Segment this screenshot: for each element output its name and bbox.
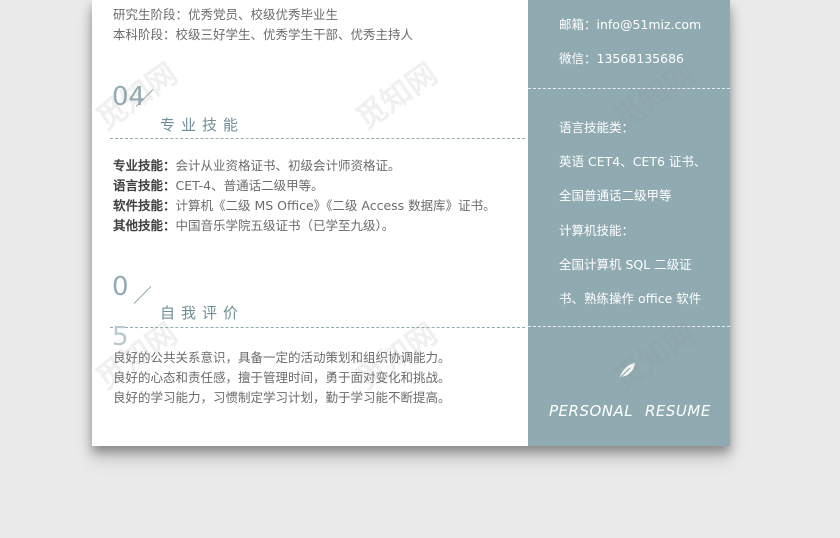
self-eval-line: 良好的公共关系意识，具备一定的活动策划和组织协调能力。 xyxy=(113,350,451,365)
sidebar-skill-line: 全国计算机 SQL 二级证 xyxy=(559,257,692,272)
skill-label: 其他技能： xyxy=(113,218,176,233)
section-title: 自我评价 xyxy=(160,304,245,322)
section-number: 0 xyxy=(112,272,129,302)
section-number: 04 xyxy=(112,82,146,112)
skill-label: 专业技能： xyxy=(113,158,176,173)
sidebar-skill-line: 英语 CET4、CET6 证书、 xyxy=(559,154,707,169)
skill-row: 语言技能：CET-4、普通话二级甲等。 xyxy=(113,175,324,194)
self-eval-line: 良好的学习能力，习惯制定学习计划，勤于学习能不断提高。 xyxy=(113,390,451,405)
section-divider xyxy=(110,327,525,328)
self-eval-line: 良好的心态和责任感，擅于管理时间，勇于面对变化和挑战。 xyxy=(113,370,451,385)
sidebar-skill-line: 书、熟练操作 office 软件 xyxy=(559,291,702,306)
education-line: 研究生阶段：优秀党员、校级优秀毕业生 xyxy=(113,7,339,22)
contact-wechat: 微信：13568135686 xyxy=(559,51,684,66)
skill-value: 中国音乐学院五级证书（已学至九级）。 xyxy=(175,218,395,233)
skill-value: 计算机《二级 MS Office》《二级 Access 数据库》证书。 xyxy=(175,198,496,213)
resume-page: 研究生阶段：优秀党员、校级优秀毕业生 本科阶段：校级三好学生、优秀学生干部、优秀… xyxy=(92,0,730,446)
footer-word-personal: PERSONAL xyxy=(549,402,634,420)
footer-word-resume: RESUME xyxy=(645,402,711,420)
contact-email: 邮箱：info@51miz.com xyxy=(559,17,702,32)
section-title: 专业技能 xyxy=(160,116,245,134)
skill-label: 语言技能： xyxy=(113,178,176,193)
sidebar-divider xyxy=(528,326,730,327)
skill-label: 软件技能： xyxy=(113,198,176,213)
sidebar-skill-line: 语言技能类： xyxy=(559,120,635,135)
education-line: 本科阶段：校级三好学生、优秀学生干部、优秀主持人 xyxy=(113,27,414,42)
skill-value: CET-4、普通话二级甲等。 xyxy=(175,178,324,193)
skill-value: 会计从业资格证书、初级会计师资格证。 xyxy=(175,158,401,173)
section-slash xyxy=(133,286,152,304)
skill-row: 专业技能：会计从业资格证书、初级会计师资格证。 xyxy=(113,155,401,174)
feather-icon xyxy=(618,363,635,380)
sidebar-skill-line: 全国普通话二级甲等 xyxy=(559,188,672,203)
skill-row: 软件技能：计算机《二级 MS Office》《二级 Access 数据库》证书。 xyxy=(113,195,496,214)
sidebar-skill-line: 计算机技能： xyxy=(559,223,635,238)
sidebar-divider xyxy=(528,88,730,89)
section-divider xyxy=(110,138,525,139)
skill-row: 其他技能：中国音乐学院五级证书（已学至九级）。 xyxy=(113,215,394,234)
